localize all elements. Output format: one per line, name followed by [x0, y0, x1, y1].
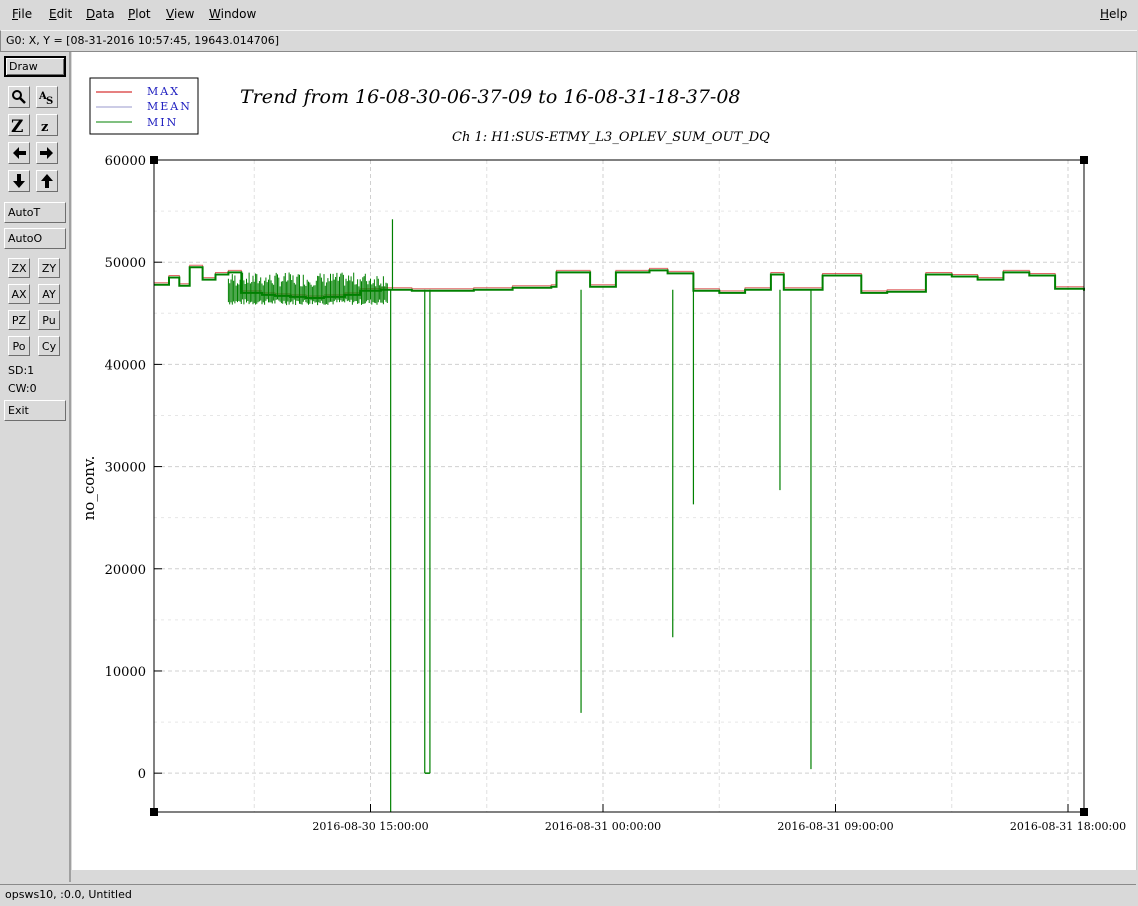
tool-panel: Draw AS Z z AutoT AutoO ZX ZY AX AY PZ P… [0, 52, 71, 882]
chart-title: Trend from 16-08-30-06-37-09 to 16-08-31… [240, 86, 741, 108]
window-status-bar: opsws10, :0.0, Untitled [0, 884, 1136, 905]
auto-t-button[interactable]: AutoT [4, 202, 66, 223]
x-tick-label: 2016-08-31 00:00:00 [545, 820, 661, 833]
menu-edit[interactable]: Edit [49, 7, 72, 21]
zoom-small-icon[interactable]: z [36, 114, 58, 136]
zx-button[interactable]: ZX [8, 258, 30, 278]
x-tick-label: 2016-08-31 18:00:00 [1010, 820, 1126, 833]
coordinate-readout: G0: X, Y = [08-31-2016 10:57:45, 19643.0… [0, 30, 1137, 52]
corner-handle[interactable] [1080, 808, 1088, 816]
ay-button[interactable]: AY [38, 284, 60, 304]
menu-view[interactable]: View [166, 7, 194, 21]
y-tick-label: 20000 [105, 563, 146, 578]
cw-indicator: CW:0 [8, 382, 37, 395]
x-axis: 2016-08-30 15:00:00 2016-08-31 00:00:00 20… [312, 804, 1126, 833]
legend-max-label: MAX [147, 85, 180, 98]
po-button[interactable]: Po [8, 336, 30, 356]
corner-handle[interactable] [150, 808, 158, 816]
corner-handle[interactable] [150, 156, 158, 164]
exit-button[interactable]: Exit [4, 400, 66, 421]
y-tick-label: 10000 [105, 665, 146, 680]
arrow-right-icon[interactable] [36, 142, 58, 164]
chart-subtitle: Ch 1: H1:SUS-ETMY_L3_OPLEV_SUM_OUT_DQ [452, 130, 770, 145]
y-axis-label: no_conv. [80, 456, 98, 521]
arrow-left-icon[interactable] [8, 142, 30, 164]
legend-min-label: MIN [147, 116, 178, 129]
plot-border [153, 159, 1085, 813]
svg-text:Z: Z [11, 117, 23, 133]
zoom-large-icon[interactable]: Z [8, 114, 30, 136]
arrow-up-icon[interactable] [36, 170, 58, 192]
menu-plot[interactable]: Plot [128, 7, 151, 21]
ax-button[interactable]: AX [8, 284, 30, 304]
menu-file[interactable]: File [12, 7, 32, 21]
corner-handle[interactable] [1080, 156, 1088, 164]
exit-label: Exit [8, 404, 29, 417]
arrow-down-icon[interactable] [8, 170, 30, 192]
coordinate-text: G0: X, Y = [08-31-2016 10:57:45, 19643.0… [6, 34, 280, 47]
draw-label: Draw [9, 60, 38, 73]
menu-help[interactable]: Help [1100, 7, 1127, 21]
y-axis: 60000 50000 40000 30000 20000 10000 0 [105, 154, 162, 782]
auto-o-label: AutoO [8, 232, 43, 245]
zy-button[interactable]: ZY [38, 258, 60, 278]
menu-bar: File Edit Data Plot View Window Help [0, 0, 1138, 29]
y-tick-label: 30000 [105, 461, 146, 476]
y-tick-label: 0 [138, 767, 146, 782]
plot-canvas[interactable]: MAX MEAN MIN Trend from 16-08-30-06-37-0… [72, 52, 1137, 870]
y-tick-label: 50000 [105, 256, 146, 271]
series-layer [154, 219, 1085, 812]
auto-o-button[interactable]: AutoO [4, 228, 66, 249]
auto-t-label: AutoT [8, 206, 41, 219]
menu-data[interactable]: Data [86, 7, 115, 21]
y-tick-label: 40000 [105, 358, 146, 373]
x-tick-label: 2016-08-31 09:00:00 [777, 820, 893, 833]
y-tick-label: 60000 [105, 154, 146, 169]
trend-chart[interactable]: MAX MEAN MIN Trend from 16-08-30-06-37-0… [72, 52, 1136, 870]
menu-window[interactable]: Window [209, 7, 256, 21]
svg-text:z: z [41, 120, 48, 133]
plot-panel: MAX MEAN MIN Trend from 16-08-30-06-37-0… [72, 52, 1137, 882]
legend: MAX MEAN MIN [89, 77, 199, 135]
text-annotate-icon[interactable]: AS [36, 86, 58, 108]
pu-button[interactable]: Pu [38, 310, 60, 330]
sd-indicator: SD:1 [8, 364, 35, 377]
x-tick-label: 2016-08-30 15:00:00 [312, 820, 428, 833]
pz-button[interactable]: PZ [8, 310, 30, 330]
svg-text:S: S [46, 96, 53, 105]
grid [154, 159, 1084, 812]
draw-button[interactable]: Draw [4, 56, 66, 77]
cy-button[interactable]: Cy [38, 336, 60, 356]
display-info: opsws10, :0.0, Untitled [5, 888, 132, 901]
magnify-icon[interactable] [8, 86, 30, 108]
legend-mean-label: MEAN [147, 100, 192, 113]
